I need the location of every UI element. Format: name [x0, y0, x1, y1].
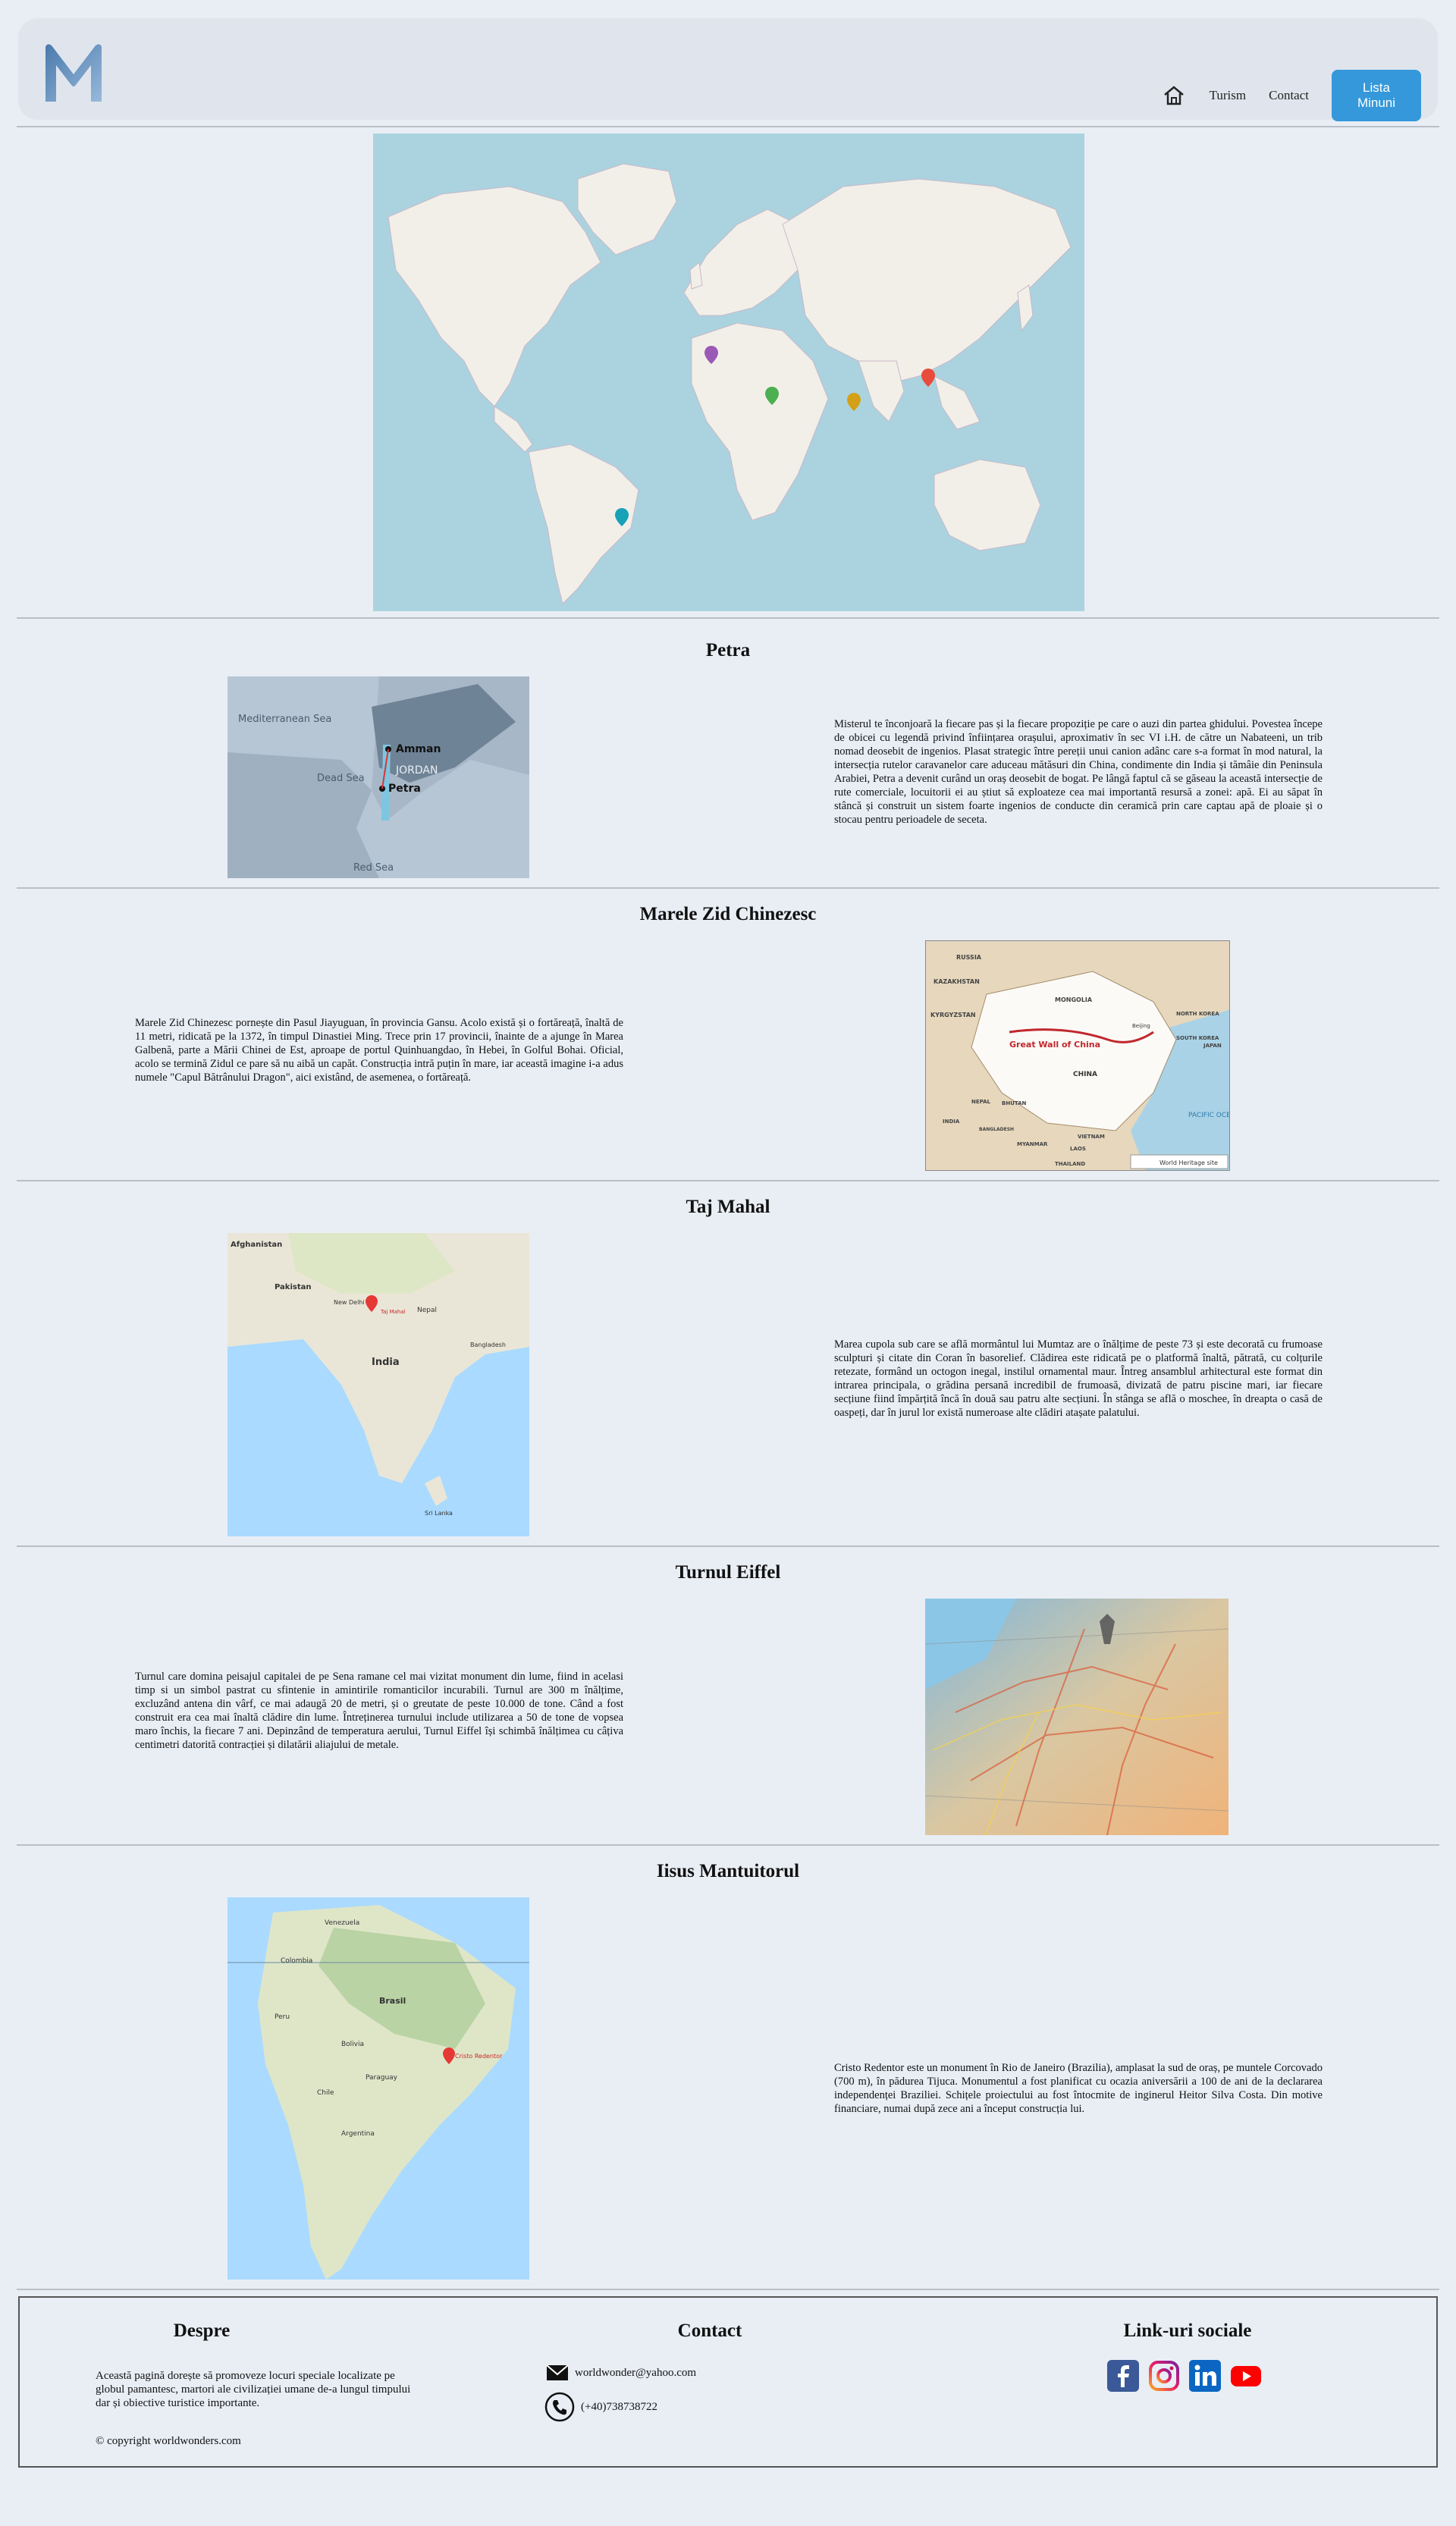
divider: [17, 1844, 1439, 1846]
home-icon[interactable]: [1161, 83, 1187, 108]
section-text-petra: Misterul te înconjoară la fiecare pas și…: [834, 718, 1323, 826]
svg-text:Great Wall of China: Great Wall of China: [1009, 1040, 1100, 1050]
facebook-icon[interactable]: [1107, 2360, 1139, 2392]
site-header: Turism Contact Lista Minuni: [18, 18, 1438, 121]
footer-copyright: © copyright worldwonders.com: [96, 2435, 241, 2447]
svg-text:NEPAL: NEPAL: [971, 1099, 991, 1105]
svg-text:INDIA: INDIA: [943, 1119, 960, 1125]
social-links: [1107, 2360, 1262, 2392]
svg-text:KYRGYZSTAN: KYRGYZSTAN: [930, 1012, 976, 1018]
svg-text:THAILAND: THAILAND: [1055, 1161, 1085, 1167]
world-map[interactable]: [373, 133, 1084, 611]
svg-text:Afghanistan: Afghanistan: [231, 1241, 282, 1249]
section-title-great-wall: Marele Zid Chinezesc: [639, 904, 817, 924]
footer-email[interactable]: worldwonder@yahoo.com: [575, 2366, 696, 2380]
iisus-map-image: Venezuela Colombia Brasil Peru Bolivia P…: [228, 1897, 529, 2280]
svg-text:Colombia: Colombia: [281, 1957, 312, 1965]
svg-text:India: India: [372, 1357, 400, 1368]
svg-text:Taj Mahal: Taj Mahal: [380, 1309, 406, 1315]
svg-text:SOUTH KOREA: SOUTH KOREA: [1176, 1035, 1219, 1041]
eiffel-map-image: [925, 1599, 1228, 1835]
map-label-mediterranean: Mediterranean Sea: [238, 714, 331, 725]
svg-text:NORTH KOREA: NORTH KOREA: [1176, 1011, 1219, 1017]
svg-text:New Delhi: New Delhi: [334, 1299, 365, 1306]
nav-link-contact[interactable]: Contact: [1269, 88, 1309, 103]
svg-text:BHUTAN: BHUTAN: [1002, 1100, 1027, 1106]
divider: [17, 1545, 1439, 1547]
instagram-icon[interactable]: [1148, 2360, 1180, 2392]
m-logo-icon[interactable]: [41, 41, 106, 105]
svg-text:Beijing: Beijing: [1132, 1023, 1150, 1029]
footer-phone[interactable]: (+40)738738722: [581, 2400, 657, 2414]
svg-text:VIETNAM: VIETNAM: [1078, 1134, 1105, 1140]
svg-text:Dead Sea: Dead Sea: [317, 773, 365, 784]
great-wall-map-image: RUSSIA KAZAKHSTAN MONGOLIA KYRGYZSTAN NO…: [925, 940, 1230, 1171]
svg-text:Peru: Peru: [275, 2013, 290, 2021]
linkedin-icon[interactable]: [1189, 2360, 1221, 2392]
svg-text:Chile: Chile: [317, 2089, 334, 2097]
divider: [17, 126, 1439, 127]
footer-about-text: Această pagină dorește să promoveze locu…: [96, 2370, 411, 2409]
youtube-icon[interactable]: [1230, 2360, 1262, 2392]
svg-text:MYANMAR: MYANMAR: [1017, 1141, 1048, 1147]
svg-text:RUSSIA: RUSSIA: [956, 954, 982, 961]
svg-text:Red Sea: Red Sea: [353, 862, 394, 874]
svg-text:Argentina: Argentina: [341, 2130, 375, 2138]
nav-link-turism[interactable]: Turism: [1210, 88, 1247, 103]
divider: [17, 617, 1439, 619]
site-footer: Despre Această pagină dorește să promove…: [18, 2296, 1438, 2468]
petra-map-image: Mediterranean Sea Dead Sea Amman JORDAN …: [228, 676, 529, 878]
footer-phone-row: (+40)738738722: [544, 2392, 657, 2422]
svg-text:Nepal: Nepal: [417, 1307, 437, 1314]
divider: [17, 2289, 1439, 2290]
svg-text:LAOS: LAOS: [1070, 1146, 1086, 1152]
footer-contact-title: Contact: [677, 2320, 742, 2341]
section-text-iisus: Cristo Redentor este un monument în Rio …: [834, 2062, 1323, 2115]
svg-text:Paraguay: Paraguay: [366, 2074, 398, 2082]
svg-text:Sri Lanka: Sri Lanka: [425, 1510, 453, 1517]
svg-text:Cristo Redentor: Cristo Redentor: [455, 2053, 503, 2060]
svg-text:KAZAKHSTAN: KAZAKHSTAN: [934, 978, 980, 985]
svg-text:JAPAN: JAPAN: [1203, 1043, 1222, 1049]
divider: [17, 1180, 1439, 1181]
svg-text:PACIFIC OCEAN: PACIFIC OCEAN: [1188, 1112, 1230, 1119]
section-title-iisus: Iisus Mantuitorul: [656, 1861, 800, 1881]
svg-text:Amman: Amman: [396, 743, 441, 755]
svg-text:Bolivia: Bolivia: [341, 2041, 364, 2048]
section-text-taj-mahal: Marea cupola sub care se află mormântul …: [834, 1338, 1323, 1419]
footer-social-title: Link-uri sociale: [1123, 2320, 1252, 2341]
svg-text:JORDAN: JORDAN: [395, 764, 438, 777]
footer-email-row: worldwonder@yahoo.com: [546, 2364, 696, 2381]
svg-text:CHINA: CHINA: [1073, 1071, 1097, 1078]
svg-text:MONGOLIA: MONGOLIA: [1055, 996, 1093, 1003]
svg-text:Petra: Petra: [388, 783, 421, 795]
footer-about-title: Despre: [173, 2320, 231, 2341]
section-title-eiffel: Turnul Eiffel: [675, 1562, 781, 1583]
svg-text:World Heritage site: World Heritage site: [1159, 1159, 1218, 1166]
main-nav: Turism Contact Lista Minuni: [1161, 70, 1421, 121]
svg-text:BANGLADESH: BANGLADESH: [979, 1127, 1014, 1132]
taj-mahal-map-image: Afghanistan Pakistan New Delhi Taj Mahal…: [228, 1233, 529, 1536]
phone-icon: [544, 2392, 575, 2422]
section-title-taj-mahal: Taj Mahal: [686, 1197, 770, 1217]
svg-text:Pakistan: Pakistan: [275, 1283, 312, 1291]
section-text-great-wall: Marele Zid Chinezesc pornește din Pasul …: [135, 1017, 623, 1084]
svg-text:Bangladesh: Bangladesh: [470, 1341, 506, 1348]
section-text-eiffel: Turnul care domina peisajul capitalei de…: [135, 1671, 623, 1751]
envelope-icon: [546, 2364, 569, 2380]
svg-text:Venezuela: Venezuela: [325, 1919, 359, 1927]
lista-minuni-button[interactable]: Lista Minuni: [1332, 70, 1421, 121]
section-title-petra: Petra: [705, 640, 751, 661]
svg-text:Brasil: Brasil: [379, 1996, 406, 2006]
divider: [17, 887, 1439, 889]
